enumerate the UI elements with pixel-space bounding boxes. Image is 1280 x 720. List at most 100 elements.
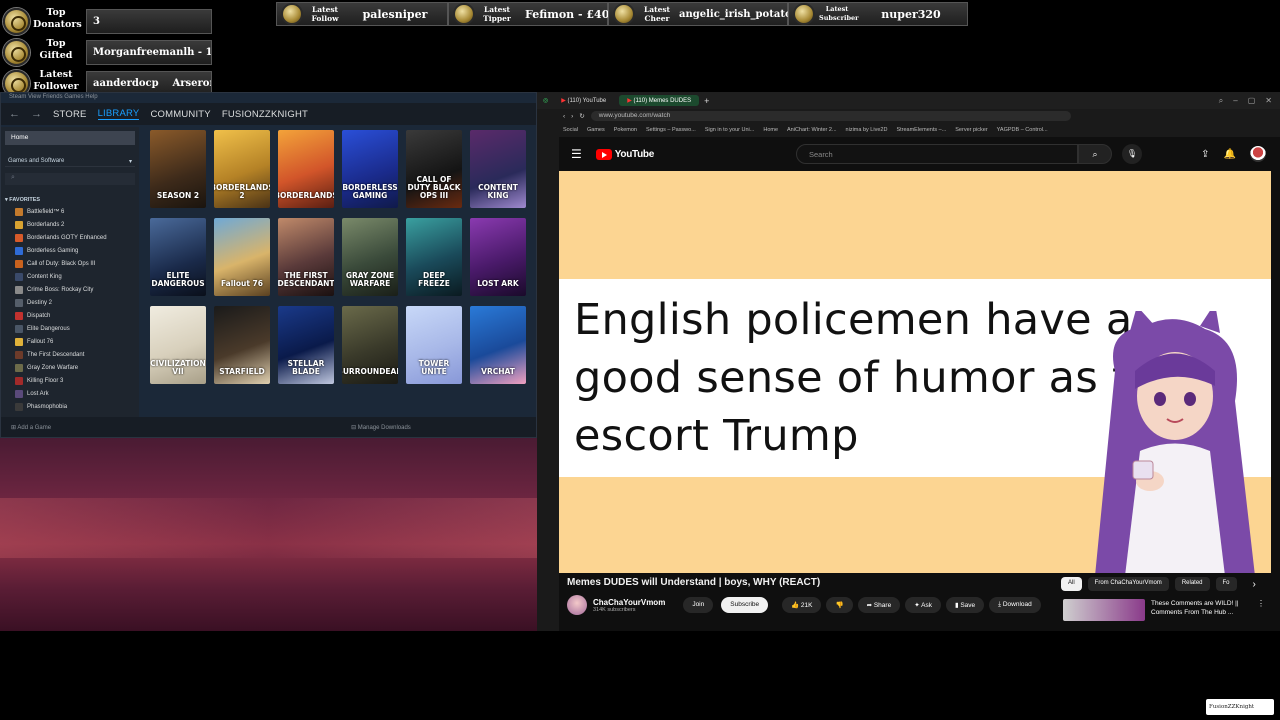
sidebar-game-item[interactable]: Content King (1, 270, 139, 283)
menu-icon[interactable]: ☰ (571, 147, 582, 161)
chevron-right-icon[interactable]: › (1253, 579, 1256, 590)
game-tile[interactable]: TOWER UNITE (406, 306, 462, 384)
games-filter-select[interactable]: Games and Software ▾ (5, 155, 135, 167)
game-tile[interactable]: THE FIRST DESCENDANT (278, 218, 334, 296)
new-tab-icon[interactable]: + (704, 96, 709, 106)
search-button[interactable]: ⌕ (1077, 144, 1112, 164)
sidebar-game-item[interactable]: Borderless Gaming (1, 244, 139, 257)
sidebar-game-item[interactable]: Fallout 76 (1, 335, 139, 348)
back-arrow-icon[interactable]: ← (9, 108, 20, 120)
notifications-bell-icon[interactable]: 🔔 (1224, 149, 1236, 160)
address-bar[interactable]: www.youtube.com/watch (590, 111, 1071, 121)
tab-community[interactable]: COMMUNITY (150, 109, 210, 120)
game-tile[interactable]: SURROUNDEAD (342, 306, 398, 384)
bookmark-item[interactable]: Sign in to your Uni... (705, 127, 755, 133)
sidebar-game-item[interactable]: Borderlands 2 (1, 218, 139, 231)
subscribe-button[interactable]: Subscribe (721, 597, 769, 613)
account-avatar[interactable] (1250, 146, 1266, 162)
tab-library[interactable]: LIBRARY (97, 108, 140, 120)
more-options-icon[interactable]: ⋮ (1257, 599, 1265, 621)
search-tabs-icon[interactable]: ⌕ (1219, 96, 1223, 106)
bookmark-item[interactable]: Games (587, 127, 605, 133)
bookmark-item[interactable]: Pokemon (614, 127, 637, 133)
youtube-logo[interactable]: YouTube (595, 148, 654, 160)
bookmark-item[interactable]: Home (763, 127, 778, 133)
minimize-icon[interactable]: – (1233, 96, 1237, 106)
recommended-video[interactable]: These Comments are WILD! || Comments Fro… (1063, 599, 1265, 621)
game-tile[interactable]: GRAY ZONE WARFARE (342, 218, 398, 296)
close-icon[interactable]: ✕ (1265, 96, 1272, 106)
game-tile[interactable]: CALL OF DUTY BLACK OPS III (406, 130, 462, 208)
chip-related[interactable]: Related (1174, 577, 1210, 591)
overlay-label: Latest Tipper (483, 5, 511, 23)
steam-menu-bar[interactable]: Steam View Friends Games Help (1, 93, 536, 103)
sidebar-game-item[interactable]: Call of Duty: Black Ops III (1, 257, 139, 270)
sidebar-game-item[interactable]: Killing Floor 3 (1, 374, 139, 387)
video-title: Memes DUDES will Understand | boys, WHY … (567, 577, 821, 588)
back-icon[interactable]: ‹ (563, 113, 565, 120)
sidebar-game-item[interactable]: Destiny 2 (1, 296, 139, 309)
sidebar-game-item[interactable]: The First Descendant (1, 348, 139, 361)
game-tile[interactable]: BORDERLANDS 2 (214, 130, 270, 208)
game-tile[interactable]: STARFIELD (214, 306, 270, 384)
game-tile-title: BORDERLESS GAMING (342, 183, 398, 200)
share-button[interactable]: ➦ Share (857, 597, 901, 613)
sidebar-game-item[interactable]: Gray Zone Warfare (1, 361, 139, 374)
bookmark-item[interactable]: Server picker (955, 127, 987, 133)
tab-store[interactable]: STORE (53, 109, 87, 120)
bookmark-item[interactable]: Social (563, 127, 578, 133)
game-tile[interactable]: CONTENT KING (470, 130, 526, 208)
browser-tab-active[interactable]: ▶ (110) Memes DUDES (619, 95, 700, 106)
game-tile[interactable]: LOST ARK (470, 218, 526, 296)
game-tile[interactable]: SEASON 2 (150, 130, 206, 208)
maximize-icon[interactable]: ▢ (1248, 96, 1256, 106)
recommended-thumbnail[interactable] (1063, 599, 1145, 621)
video-player[interactable]: English policemen have a good sense of h… (559, 171, 1271, 573)
reload-icon[interactable]: ↻ (579, 112, 584, 120)
sidebar-game-item[interactable]: Borderlands GOTY Enhanced (1, 231, 139, 244)
channel-name[interactable]: ChaChaYourVmom (593, 598, 665, 607)
bookmark-item[interactable]: AniChart: Winter 2... (787, 127, 837, 133)
forward-arrow-icon[interactable]: → (31, 108, 42, 120)
game-tile[interactable]: Fallout 76 (214, 218, 270, 296)
library-search-input[interactable]: ⌕ (5, 173, 135, 185)
channel-avatar[interactable] (567, 595, 587, 615)
save-button[interactable]: ▮ Save (945, 597, 985, 613)
game-tile[interactable]: ELITE DANGEROUS (150, 218, 206, 296)
sidebar-game-item[interactable]: Elite Dangerous (1, 322, 139, 335)
upload-icon[interactable]: ⇪ (1201, 149, 1209, 160)
game-tile[interactable]: STELLAR BLADE (278, 306, 334, 384)
bookmark-item[interactable]: StreamElements –... (896, 127, 946, 133)
dislike-button[interactable]: 👎 (826, 597, 853, 613)
join-button[interactable]: Join (683, 597, 714, 613)
game-tile[interactable]: CIVILIZATION VII (150, 306, 206, 384)
sidebar-game-item[interactable]: Crime Boss: Rockay City (1, 283, 139, 296)
recommended-title[interactable]: These Comments are WILD! || Comments Fro… (1151, 599, 1251, 621)
chip-from-channel[interactable]: From ChaChaYourVmom (1087, 577, 1169, 591)
game-tile[interactable]: VRCHAT (470, 306, 526, 384)
like-button[interactable]: 👍 21K (782, 597, 822, 613)
bookmark-item[interactable]: nizima by Live2D (846, 127, 888, 133)
browser-tab[interactable]: ▶ (110) YouTube (553, 95, 614, 106)
sidebar-game-item[interactable]: Dispatch (1, 309, 139, 322)
chip-all[interactable]: All (1061, 577, 1082, 591)
game-tile[interactable]: DEEP FREEZE (406, 218, 462, 296)
bookmark-item[interactable]: Settings – Passwo... (646, 127, 696, 133)
download-button[interactable]: ⤓ Download (989, 597, 1041, 613)
video-caption-text: English policemen have a good sense of h… (574, 295, 1133, 461)
sidebar-game-item[interactable]: Phasmophobia (1, 400, 139, 413)
ask-button[interactable]: ✦ Ask (905, 597, 941, 613)
sidebar-game-item[interactable]: Lost Ark (1, 387, 139, 400)
add-game-button[interactable]: ⊞ Add a Game (11, 424, 51, 431)
forward-icon[interactable]: › (571, 113, 573, 120)
home-button[interactable]: Home (5, 131, 135, 145)
tab-profile[interactable]: FUSIONZZKNIGHT (222, 109, 308, 120)
voice-search-button[interactable]: 🎙 (1121, 144, 1142, 164)
chip-for-you[interactable]: Fo (1215, 577, 1237, 591)
search-input[interactable]: Search (795, 144, 1078, 164)
bookmark-item[interactable]: YAGPDB – Control... (997, 127, 1048, 133)
sidebar-game-item[interactable]: Battlefield™ 6 (1, 205, 139, 218)
game-tile[interactable]: BORDERLANDS (278, 130, 334, 208)
game-tile[interactable]: BORDERLESS GAMING (342, 130, 398, 208)
manage-downloads-button[interactable]: ⊟ Manage Downloads (351, 424, 411, 431)
